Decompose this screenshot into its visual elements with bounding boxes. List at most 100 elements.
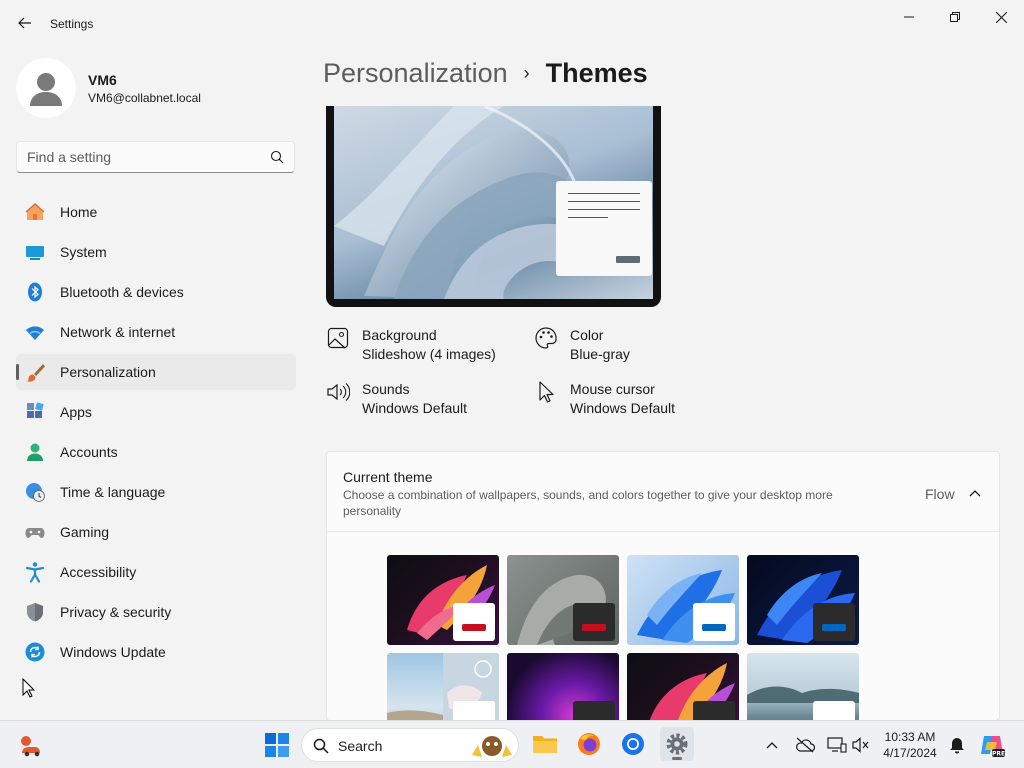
taskbar: Search 10:33 AM 4/17/2024 PRE (0, 720, 1024, 768)
current-theme-card: Current theme Choose a combination of wa… (326, 451, 1000, 721)
theme-badge (573, 603, 615, 641)
close-icon (995, 11, 1007, 23)
sidebar-item-home[interactable]: Home (16, 194, 296, 230)
background-title: Background (362, 327, 437, 343)
minimize-icon (904, 16, 914, 18)
breadcrumb-separator: › (523, 63, 530, 83)
sidebar-item-apps[interactable]: Apps (16, 394, 296, 430)
theme-thumbnail[interactable] (507, 555, 619, 645)
update-icon (24, 641, 46, 663)
close-button[interactable] (978, 4, 1024, 30)
speaker-muted-icon (852, 737, 869, 753)
sidebar-item-bluetooth[interactable]: Bluetooth & devices (16, 274, 296, 310)
chevron-up-icon[interactable] (967, 485, 983, 501)
taskbar-file-explorer[interactable] (530, 729, 560, 759)
theme-thumbnail[interactable] (627, 555, 739, 645)
mouse-cursor-title: Mouse cursor (570, 381, 655, 397)
folder-icon (533, 736, 557, 753)
theme-thumbnail[interactable] (747, 653, 859, 720)
color-setting[interactable]: Color Blue-gray (534, 326, 630, 364)
notifications-button[interactable] (946, 734, 968, 756)
start-button[interactable] (262, 730, 292, 760)
taskbar-firefox[interactable] (574, 729, 604, 759)
sidebar-item-privacy[interactable]: Privacy & security (16, 594, 296, 630)
copilot-button[interactable]: PRE (978, 731, 1006, 759)
color-value: Blue-gray (570, 346, 630, 362)
sidebar-item-accessibility[interactable]: Accessibility (16, 554, 296, 590)
page-title: Themes (545, 58, 648, 88)
sidebar-item-network[interactable]: Network & internet (16, 314, 296, 350)
chevron-up-icon (766, 742, 778, 749)
system-icon (24, 241, 46, 263)
current-theme-header[interactable]: Current theme Choose a combination of wa… (327, 452, 999, 532)
restore-button[interactable] (932, 4, 978, 30)
search-highlight-image (472, 736, 512, 757)
theme-thumbnail[interactable] (387, 653, 499, 720)
sounds-setting[interactable]: Sounds Windows Default (326, 380, 467, 418)
theme-badge (453, 603, 495, 641)
taskbar-settings[interactable] (660, 727, 694, 761)
breadcrumb: Personalization › Themes (323, 58, 648, 89)
minimize-button[interactable] (886, 4, 932, 30)
taskbar-chrome[interactable] (618, 729, 648, 759)
theme-thumbnail[interactable] (507, 653, 619, 720)
sidebar-item-label: Network & internet (60, 324, 176, 340)
globe-clock-icon (24, 481, 46, 503)
clock-time[interactable]: 10:33 AM (870, 730, 950, 744)
background-setting[interactable]: Background Slideshow (4 images) (326, 326, 496, 364)
mouse-cursor-setting[interactable]: Mouse cursor Windows Default (534, 380, 675, 418)
search-input[interactable] (17, 142, 257, 172)
bluetooth-icon (24, 281, 46, 303)
sidebar-item-label: Gaming (60, 524, 110, 540)
weather-widget-icon (21, 736, 40, 757)
brush-icon (24, 361, 46, 383)
accessibility-icon (24, 561, 46, 583)
clock-date[interactable]: 4/17/2024 (870, 746, 950, 760)
sidebar-item-time-language[interactable]: Time & language (16, 474, 296, 510)
sidebar-item-label: Apps (60, 404, 92, 420)
sidebar-item-windows-update[interactable]: Windows Update (16, 634, 296, 670)
monitor-network-icon (827, 737, 847, 753)
user-email: VM6@collabnet.local (88, 91, 201, 105)
user-name: VM6 (88, 72, 117, 88)
title-bar: Settings (0, 0, 1024, 48)
apps-icon (24, 401, 46, 423)
cursor-icon (534, 380, 558, 404)
theme-badge (453, 701, 495, 720)
settings-search[interactable] (16, 141, 295, 173)
search-icon (313, 738, 329, 754)
sidebar-item-accounts[interactable]: Accounts (16, 434, 296, 470)
show-hidden-icons-button[interactable] (762, 735, 782, 755)
avatar[interactable] (16, 58, 76, 118)
sidebar-item-label: System (60, 244, 107, 260)
restore-icon (950, 12, 960, 22)
search-icon (270, 150, 284, 164)
sidebar-item-label: Personalization (60, 364, 156, 380)
image-icon (326, 326, 350, 350)
sounds-title: Sounds (362, 381, 410, 397)
breadcrumb-parent[interactable]: Personalization (323, 58, 508, 89)
volume-tray[interactable] (850, 734, 872, 756)
theme-badge (813, 603, 855, 641)
back-button[interactable] (14, 12, 36, 34)
current-theme-title: Current theme (343, 469, 433, 485)
mouse-pointer-icon (22, 678, 36, 698)
theme-thumbnail[interactable] (627, 653, 739, 720)
wifi-icon (24, 321, 46, 343)
theme-badge (693, 701, 735, 720)
theme-thumbnail[interactable] (387, 555, 499, 645)
theme-thumbnail[interactable] (747, 555, 859, 645)
sidebar-item-system[interactable]: System (16, 234, 296, 270)
network-tray[interactable] (826, 734, 848, 756)
onedrive-tray[interactable] (794, 734, 816, 756)
taskbar-search[interactable]: Search (301, 728, 519, 762)
sidebar-item-label: Accounts (60, 444, 118, 460)
sidebar-item-personalization[interactable]: Personalization (16, 354, 296, 390)
taskbar-search-label: Search (338, 738, 383, 754)
sidebar-item-label: Accessibility (60, 564, 137, 580)
widgets-button[interactable] (16, 731, 46, 759)
sidebar-item-label: Privacy & security (60, 604, 172, 620)
sidebar-item-gaming[interactable]: Gaming (16, 514, 296, 550)
app-title: Settings (50, 17, 94, 31)
theme-badge (693, 603, 735, 641)
